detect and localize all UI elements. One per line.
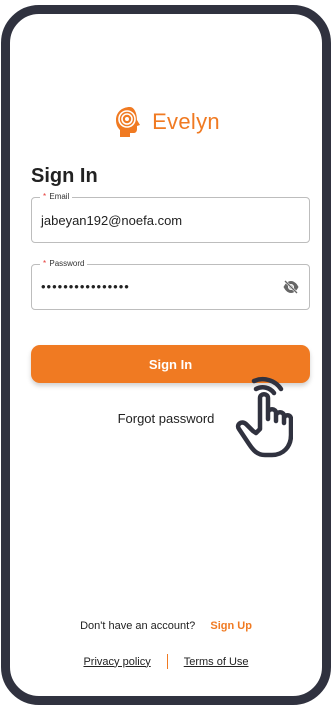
- privacy-policy-link[interactable]: Privacy policy: [83, 656, 150, 668]
- terms-of-use-link[interactable]: Terms of Use: [184, 656, 249, 668]
- brand-logo: Evelyn: [10, 102, 322, 142]
- tap-hand-icon: [235, 376, 293, 458]
- phone-frame: Evelyn Sign In * Email jabeyan192@noefa.…: [1, 5, 331, 705]
- password-label: * Password: [40, 258, 88, 270]
- legal-divider: [166, 654, 168, 669]
- email-label: * Email: [40, 191, 73, 203]
- no-account-text: Don't have an account?: [80, 620, 196, 632]
- email-required-marker: *: [43, 192, 47, 201]
- password-required-marker: *: [43, 259, 47, 268]
- password-value[interactable]: ••••••••••••••••: [41, 279, 130, 294]
- password-label-text: Password: [49, 259, 85, 268]
- legal-links: Privacy policy Terms of Use: [10, 654, 322, 669]
- eye-off-icon[interactable]: [282, 279, 300, 295]
- brain-head-icon: [116, 107, 141, 137]
- brand-name: Evelyn: [152, 109, 220, 134]
- signup-prompt: Don't have an account? Sign Up: [10, 620, 322, 632]
- email-value[interactable]: jabeyan192@noefa.com: [41, 213, 182, 228]
- sign-in-screen: Evelyn Sign In * Email jabeyan192@noefa.…: [10, 14, 322, 696]
- password-field[interactable]: * Password ••••••••••••••••: [31, 258, 310, 310]
- email-field[interactable]: * Email jabeyan192@noefa.com: [31, 191, 310, 243]
- sign-up-link[interactable]: Sign Up: [210, 620, 252, 632]
- page-title: Sign In: [31, 165, 98, 187]
- email-label-text: Email: [49, 192, 70, 201]
